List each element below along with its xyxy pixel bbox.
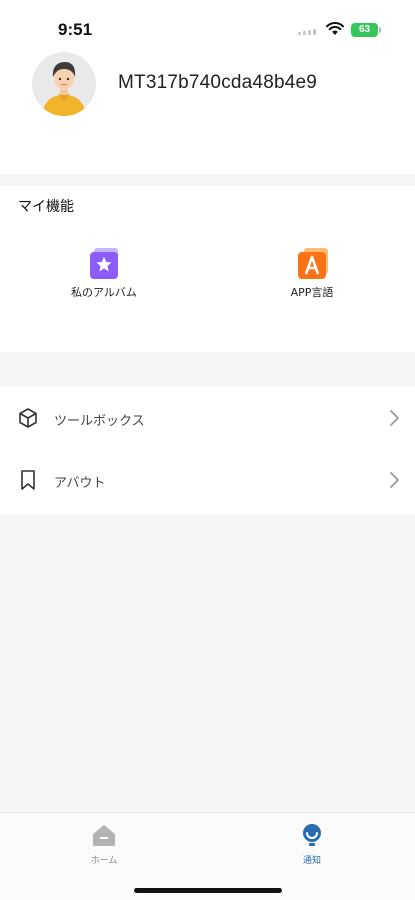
tab-home[interactable]: ホーム [64,821,144,871]
feature-label: APP言語 [290,286,334,299]
cube-icon [19,408,37,428]
home-indicator [134,888,282,893]
battery-icon: 63 [351,23,381,37]
username: MT317b740cda48b4e9 [118,72,318,93]
feature-label: 私のアルバム [71,286,137,299]
menu-label: アバウト [54,476,106,491]
bookmark-icon [21,470,35,490]
feature-app-language[interactable]: APP言語 [252,248,372,308]
settings-menu: ツールボックス アバウト [0,387,415,514]
home-icon [93,825,115,846]
profile-header[interactable]: MT317b740cda48b4e9 [0,50,415,174]
user-avatar-icon[interactable] [32,52,96,116]
album-star-icon [90,248,118,279]
signal-icon [298,29,320,35]
feature-my-album[interactable]: 私のアルバム [44,248,164,308]
status-bar: 9:51 63 [0,0,415,50]
my-features-section: マイ機能 私のアルバム APP言語 [0,186,415,352]
tab-bar: ホーム 通知 [0,812,415,900]
wifi-icon [326,22,344,35]
status-time: 9:51 [58,20,93,39]
chevron-right-icon [390,410,399,426]
chevron-right-icon [390,472,399,488]
menu-item-toolbox[interactable]: ツールボックス [0,387,415,449]
menu-label: ツールボックス [54,414,145,429]
menu-item-about[interactable]: アバウト [0,449,415,511]
section-title: マイ機能 [18,199,74,215]
tab-label: 通知 [302,856,321,866]
language-a-icon [298,248,328,279]
tab-notifications[interactable]: 通知 [272,821,352,871]
tab-label: ホーム [90,856,118,866]
notification-icon [303,824,321,846]
